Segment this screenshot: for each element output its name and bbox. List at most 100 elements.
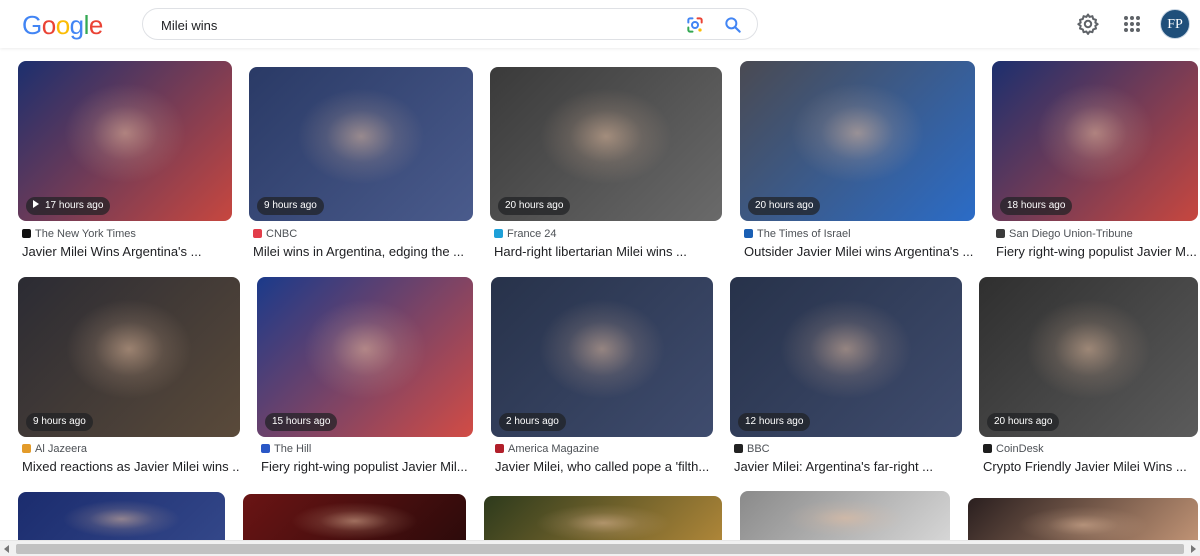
- image-result-card[interactable]: 15 hours ago The Hill Fiery right-wing p…: [257, 277, 473, 477]
- image-result-card[interactable]: [968, 498, 1198, 540]
- result-title[interactable]: Milei wins in Argentina, edging the ...: [253, 244, 473, 262]
- result-thumbnail[interactable]: 20 hours ago: [490, 67, 722, 221]
- result-title[interactable]: Fiery right-wing populist Javier Mil...: [261, 459, 473, 477]
- search-box[interactable]: [142, 8, 758, 40]
- result-thumbnail[interactable]: [484, 496, 722, 540]
- logo-letter: G: [22, 10, 42, 40]
- result-source[interactable]: The Hill: [261, 443, 311, 457]
- time-label: 15 hours ago: [272, 416, 331, 427]
- image-result-card[interactable]: [484, 496, 722, 540]
- result-source[interactable]: CNBC: [253, 228, 297, 242]
- source-label: CNBC: [266, 228, 298, 240]
- image-result-card[interactable]: 9 hours ago Al Jazeera Mixed reactions a…: [18, 277, 240, 477]
- favicon-icon: [22, 444, 31, 453]
- result-title[interactable]: Javier Milei: Argentina's far-right ...: [734, 459, 962, 477]
- scroll-right-arrow-icon[interactable]: [1191, 545, 1196, 553]
- time-badge: 17 hours ago: [26, 197, 111, 215]
- time-badge: 2 hours ago: [499, 413, 566, 431]
- time-badge: 20 hours ago: [498, 197, 571, 215]
- favicon-icon: [494, 229, 503, 238]
- scroll-left-arrow-icon[interactable]: [4, 545, 9, 553]
- result-thumbnail[interactable]: [18, 492, 225, 540]
- search-icon[interactable]: [723, 15, 743, 35]
- result-source[interactable]: France 24: [494, 228, 557, 242]
- search-input[interactable]: [161, 16, 661, 34]
- image-result-card[interactable]: 20 hours ago France 24 Hard-right libert…: [490, 67, 722, 266]
- time-badge: 15 hours ago: [265, 413, 338, 431]
- result-source[interactable]: America Magazine: [495, 443, 599, 457]
- result-source[interactable]: The Times of Israel: [744, 228, 851, 242]
- time-label: 20 hours ago: [755, 200, 814, 211]
- result-thumbnail[interactable]: 18 hours ago: [992, 61, 1198, 221]
- time-label: 9 hours ago: [264, 200, 317, 211]
- result-title[interactable]: Javier Milei, who called pope a 'filth..…: [495, 459, 713, 477]
- apps-grid-icon[interactable]: [1120, 12, 1144, 36]
- scrollbar-thumb[interactable]: [16, 544, 1184, 554]
- logo-letter: o: [41, 10, 56, 40]
- gear-icon[interactable]: [1076, 12, 1100, 36]
- result-thumbnail[interactable]: 20 hours ago: [740, 61, 975, 221]
- logo-letter: g: [69, 10, 84, 40]
- image-result-card[interactable]: 20 hours ago CoinDesk Crypto Friendly Ja…: [979, 277, 1198, 477]
- top-bar: Google FP: [0, 0, 1200, 48]
- favicon-icon: [22, 229, 31, 238]
- result-thumbnail[interactable]: 15 hours ago: [257, 277, 473, 437]
- result-thumbnail[interactable]: 9 hours ago: [249, 67, 473, 221]
- image-result-card[interactable]: 18 hours ago San Diego Union-Tribune Fie…: [992, 61, 1198, 266]
- image-result-card[interactable]: [18, 492, 225, 540]
- result-thumbnail[interactable]: 17 hours ago: [18, 61, 232, 221]
- result-thumbnail[interactable]: [968, 498, 1198, 540]
- time-badge: 18 hours ago: [1000, 197, 1073, 215]
- favicon-icon: [253, 229, 262, 238]
- time-badge: 20 hours ago: [748, 197, 821, 215]
- result-thumbnail[interactable]: 2 hours ago: [491, 277, 713, 437]
- image-result-card[interactable]: 20 hours ago The Times of Israel Outside…: [740, 61, 975, 266]
- result-title[interactable]: Outsider Javier Milei wins Argentina's .…: [744, 244, 975, 262]
- source-label: The New York Times: [35, 228, 136, 240]
- time-label: 17 hours ago: [45, 200, 104, 211]
- result-source[interactable]: The New York Times: [22, 228, 136, 242]
- result-title[interactable]: Hard-right libertarian Milei wins ...: [494, 244, 722, 262]
- time-badge: 9 hours ago: [26, 413, 93, 431]
- image-result-card[interactable]: 12 hours ago BBC Javier Milei: Argentina…: [730, 277, 962, 477]
- google-lens-icon[interactable]: [685, 15, 705, 35]
- result-source[interactable]: BBC: [734, 443, 770, 457]
- source-label: Al Jazeera: [35, 443, 87, 455]
- favicon-icon: [261, 444, 270, 453]
- image-result-card[interactable]: 17 hours ago The New York Times Javier M…: [18, 61, 232, 266]
- horizontal-scrollbar[interactable]: [0, 540, 1200, 556]
- logo-letter: e: [88, 10, 103, 40]
- result-thumbnail[interactable]: 9 hours ago: [18, 277, 240, 437]
- source-label: France 24: [507, 228, 557, 240]
- source-label: BBC: [747, 443, 770, 455]
- source-label: San Diego Union-Tribune: [1009, 228, 1133, 240]
- image-result-card[interactable]: [243, 494, 466, 540]
- source-label: The Times of Israel: [757, 228, 851, 240]
- result-title[interactable]: Mixed reactions as Javier Milei wins ...: [22, 459, 240, 477]
- image-result-card[interactable]: [740, 491, 950, 540]
- source-label: CoinDesk: [996, 443, 1044, 455]
- time-label: 20 hours ago: [505, 200, 564, 211]
- image-result-card[interactable]: 2 hours ago America Magazine Javier Mile…: [491, 277, 713, 477]
- result-title[interactable]: Fiery right-wing populist Javier M...: [996, 244, 1198, 262]
- avatar[interactable]: FP: [1160, 9, 1190, 39]
- result-thumbnail[interactable]: 12 hours ago: [730, 277, 962, 437]
- result-thumbnail[interactable]: 20 hours ago: [979, 277, 1198, 437]
- time-label: 18 hours ago: [1007, 200, 1066, 211]
- source-label: The Hill: [274, 443, 312, 455]
- time-label: 20 hours ago: [994, 416, 1053, 427]
- favicon-icon: [983, 444, 992, 453]
- result-title[interactable]: Crypto Friendly Javier Milei Wins ...: [983, 459, 1198, 477]
- result-source[interactable]: Al Jazeera: [22, 443, 87, 457]
- time-badge: 20 hours ago: [987, 413, 1060, 431]
- result-thumbnail[interactable]: [243, 494, 466, 540]
- google-logo[interactable]: Google: [22, 10, 103, 41]
- image-result-card[interactable]: 9 hours ago CNBC Milei wins in Argentina…: [249, 67, 473, 266]
- result-thumbnail[interactable]: [740, 491, 950, 540]
- result-source[interactable]: San Diego Union-Tribune: [996, 228, 1133, 242]
- play-icon: [33, 200, 39, 208]
- time-label: 9 hours ago: [33, 416, 86, 427]
- result-source[interactable]: CoinDesk: [983, 443, 1044, 457]
- result-title[interactable]: Javier Milei Wins Argentina's ...: [22, 244, 232, 262]
- time-badge: 12 hours ago: [738, 413, 811, 431]
